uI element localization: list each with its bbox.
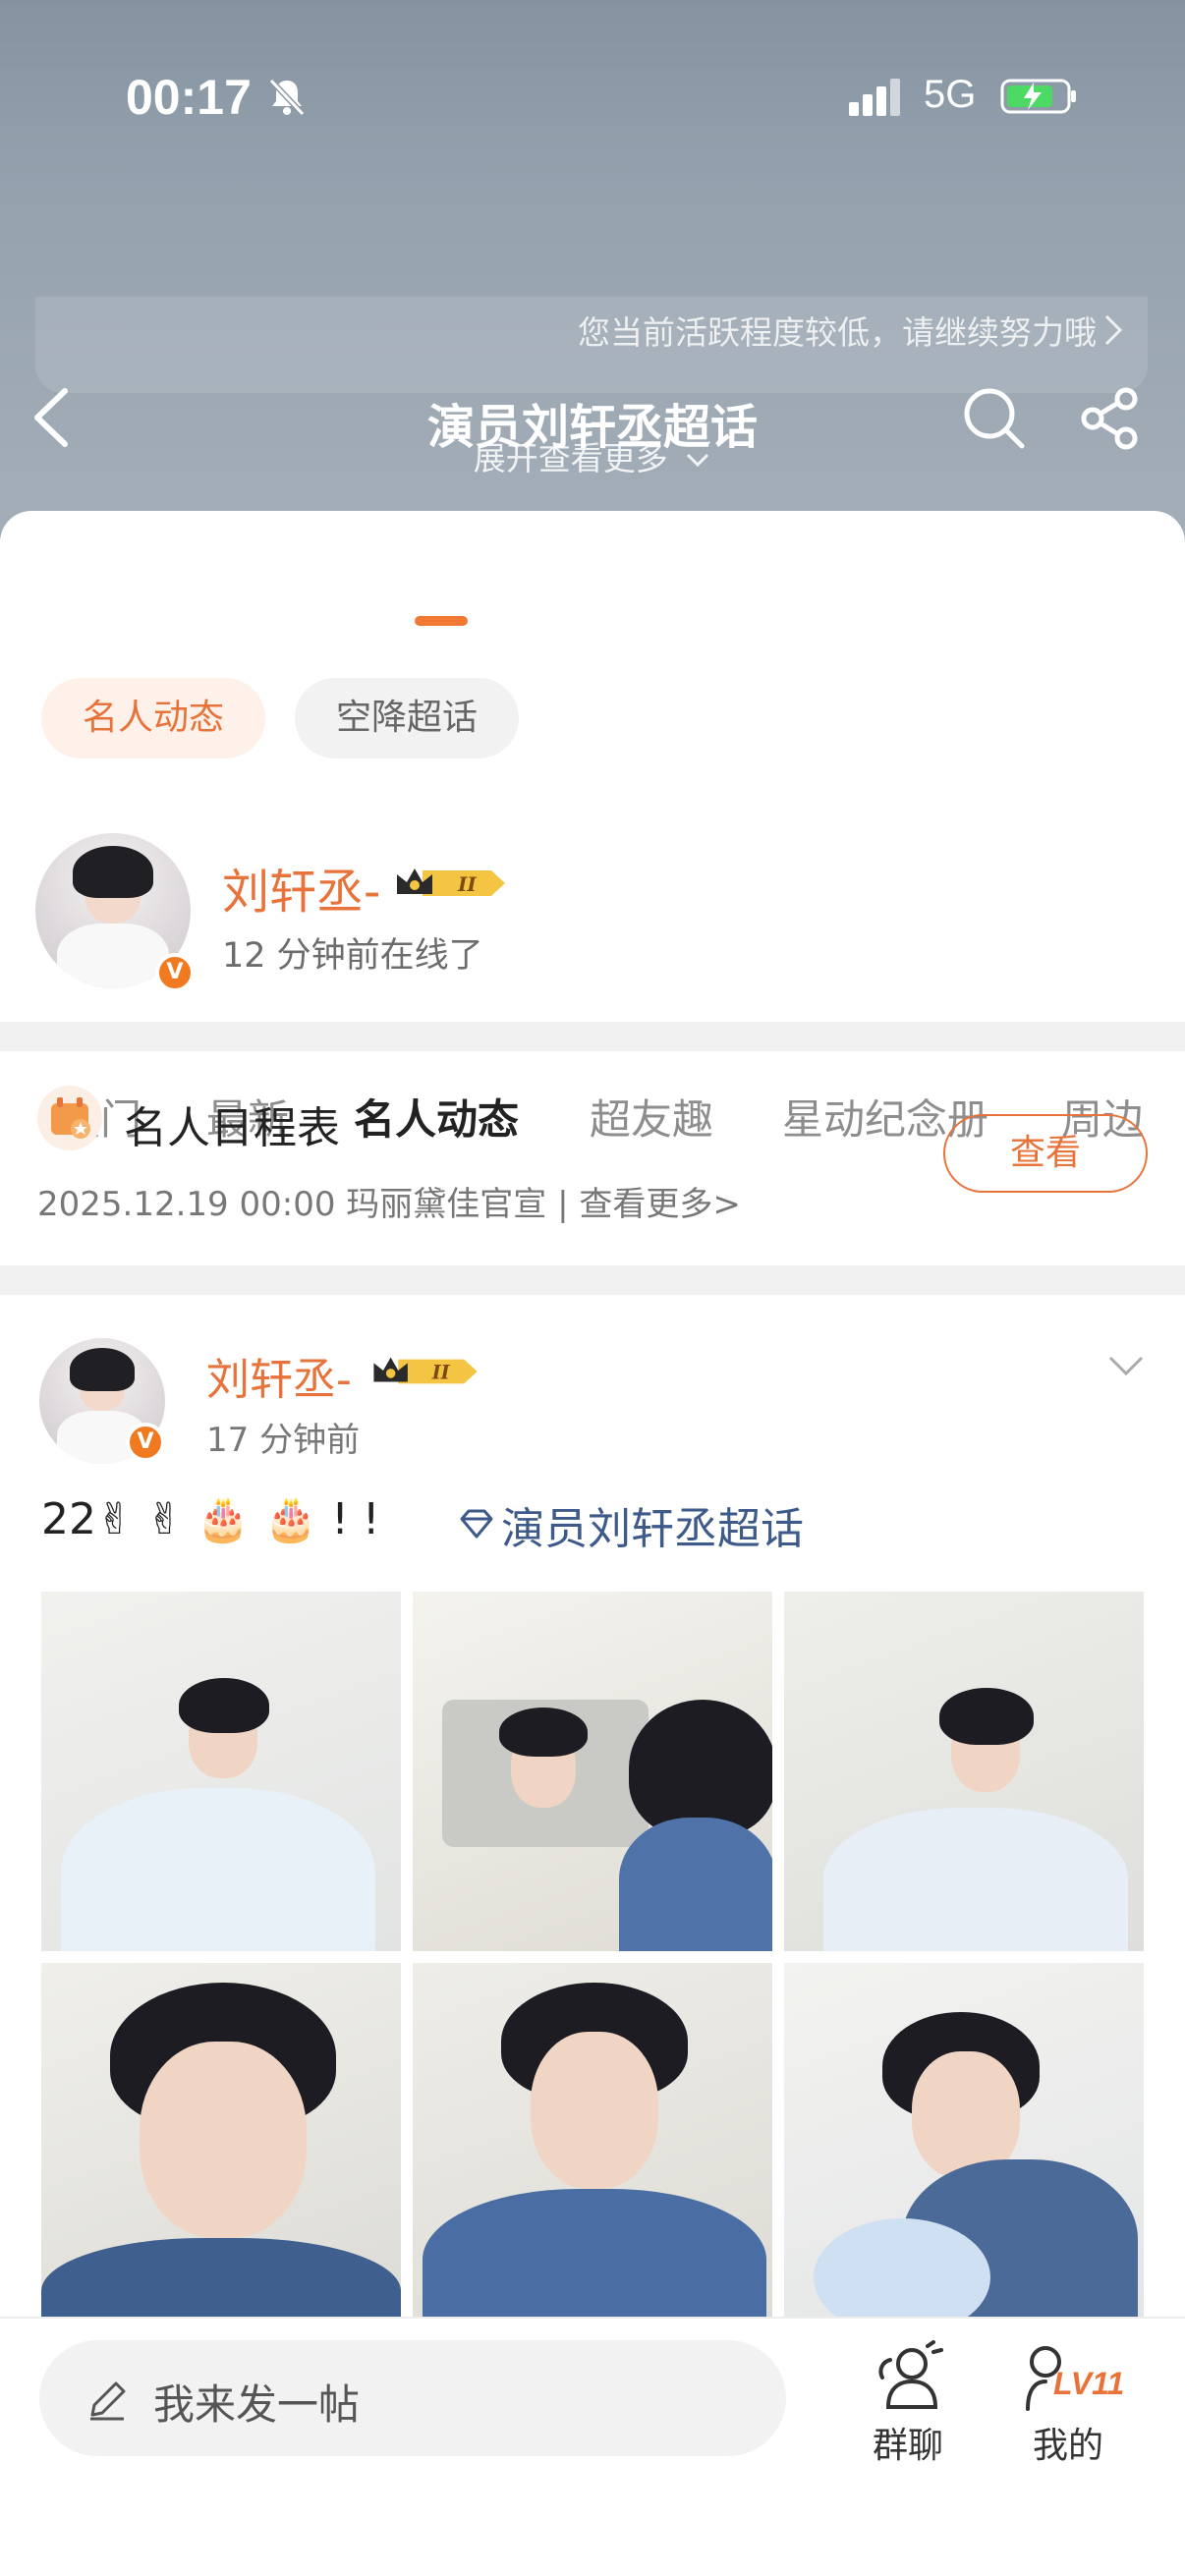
chevron-right-icon [1104,314,1123,346]
schedule-title: 名人日程表 [124,1103,340,1153]
section-divider [0,1022,1185,1051]
post-time: 17 分钟前 [206,1421,361,1460]
expand-more-label: 展开查看更多 [473,439,668,477]
nav-bar: 演员刘轩丞超话 [0,187,1185,455]
filter-celebrity[interactable]: 名人动态 [41,678,265,758]
post-photo[interactable] [41,1963,401,2323]
group-chat-label: 群聊 [872,2426,943,2466]
diamond-topic-icon [460,1509,493,1539]
active-tab-indicator [415,616,468,626]
verified-badge-icon: V [155,953,195,992]
post-photo[interactable] [413,1963,772,2323]
post-photo[interactable] [784,1963,1144,2323]
post-author-name[interactable]: 刘轩丞- [206,1344,352,1407]
crown-badge-icon: II [373,1357,478,1384]
bell-muted-icon [268,78,306,117]
calendar-icon [37,1086,102,1150]
battery-icon [1000,79,1076,114]
post-photo[interactable] [784,1592,1144,1951]
topic-link[interactable]: 演员刘轩丞超话 [501,1493,804,1556]
status-bar: 00:17 5G [0,0,1185,187]
svg-text:II: II [457,872,477,896]
chevron-down-icon[interactable] [1104,1352,1148,1381]
celebrity-online-status: 12 分钟前在线了 [222,936,483,976]
compose-placeholder: 我来发一帖 [153,2380,361,2429]
signal-icon [849,79,900,116]
activity-notice: 您当前活跃程度较低，请继续努力哦 [578,313,1097,352]
network-label: 5G [924,73,977,116]
celebrity-name[interactable]: 刘轩丞- [222,853,380,922]
post-photo[interactable] [413,1592,772,1951]
me-label: 我的 [1032,2426,1103,2466]
schedule-info[interactable]: 2025.12.19 00:00 玛丽黛佳官宣 | 查看更多> [37,1177,741,1225]
post-photo[interactable] [41,1592,401,1951]
view-schedule-button[interactable]: 查看 [943,1114,1148,1193]
tab-bar: 热门 最新 名人动态 超友趣 星动纪念册 周边 [0,540,1185,1144]
level-badge: LV11 [1053,2366,1125,2401]
section-divider [0,1265,1185,1295]
svg-text:II: II [431,1362,451,1384]
verified-badge-icon: V [126,1423,165,1462]
compose-post-input[interactable] [39,2340,786,2456]
group-chat-icon[interactable] [869,2338,947,2417]
crown-badge-icon: II [397,868,505,896]
expand-more-link[interactable]: 展开查看更多 [0,432,1185,479]
pencil-icon [90,2381,126,2421]
tab-celebrity[interactable]: 名人动态 [354,1087,519,1147]
tab-fan-fun[interactable]: 超友趣 [590,1087,713,1147]
post-text: 22✌ ✌ 🎂 🎂 ! ! [41,1494,380,1544]
status-time: 00:17 [126,70,252,125]
filter-airdrop[interactable]: 空降超话 [295,678,519,758]
chevron-down-icon [687,453,709,467]
